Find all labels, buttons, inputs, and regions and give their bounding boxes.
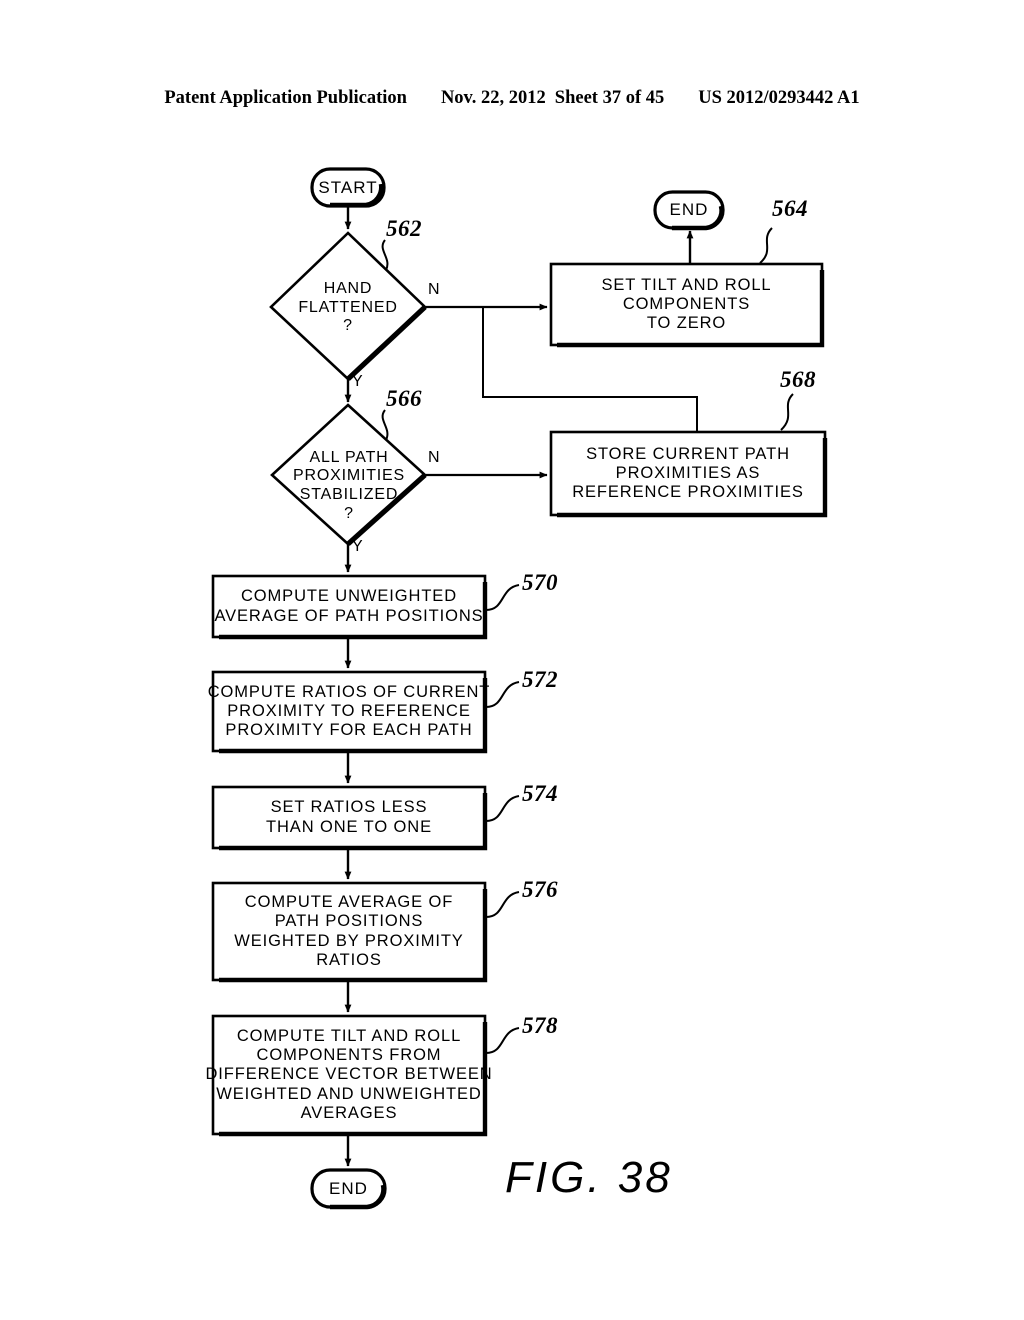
patent-drawing-page: Patent Application Publication Nov. 22, … — [0, 0, 1024, 1320]
refnum-564: 564 — [772, 196, 808, 221]
refnum-572: 572 — [522, 667, 558, 692]
figure-caption: FIG. 38 — [505, 1153, 673, 1202]
end-bottom-terminator-shape — [310, 1168, 387, 1210]
start-terminator-shape — [310, 167, 386, 208]
process-576-shape — [211, 881, 488, 983]
process-568-shape — [549, 430, 828, 518]
refnum-562: 562 — [386, 216, 422, 241]
process-564-shape — [549, 262, 825, 348]
decision-566-shape — [270, 403, 427, 546]
branch-label-562-no: N — [428, 281, 440, 298]
flowchart-diagram — [0, 0, 1024, 1320]
process-578-shape — [211, 1014, 488, 1137]
refnum-576: 576 — [522, 877, 558, 902]
branch-label-566-no: N — [428, 449, 440, 466]
process-574-shape — [211, 785, 488, 851]
refnum-566: 566 — [386, 386, 422, 411]
process-570-shape — [211, 574, 488, 640]
branch-label-562-yes: Y — [352, 373, 363, 390]
refnum-570: 570 — [522, 570, 558, 595]
refnum-574: 574 — [522, 781, 558, 806]
end-top-terminator-shape — [653, 190, 725, 231]
refnum-578: 578 — [522, 1013, 558, 1038]
refnum-568: 568 — [780, 367, 816, 392]
decision-562-shape — [269, 231, 427, 381]
process-572-shape — [211, 670, 488, 754]
branch-label-566-yes: Y — [352, 538, 363, 555]
